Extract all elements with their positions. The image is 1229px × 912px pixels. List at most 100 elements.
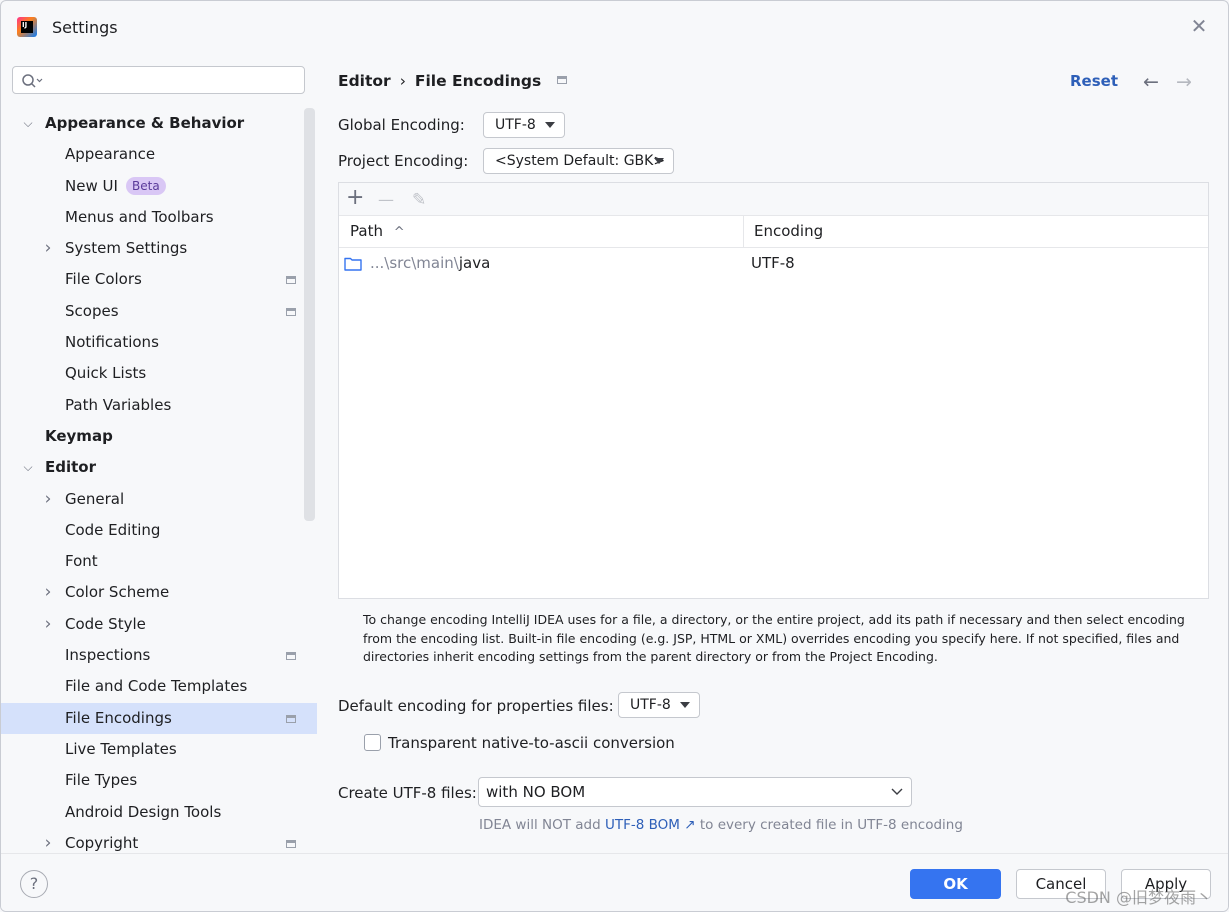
properties-encoding-value: UTF-8 [630,697,671,713]
ok-button[interactable]: OK [910,869,1001,899]
sidebar-item-code-style[interactable]: › Code Style [1,609,317,640]
sidebar-item-label: Path Variables [65,395,172,414]
project-encoding-select[interactable]: <System Default: GBK> [483,148,674,174]
dialog-footer: ? OK Cancel Apply CSDN @旧梦夜雨丶 [1,853,1228,911]
sidebar-scrollbar[interactable] [304,108,315,521]
sidebar-item-new-ui[interactable]: New UI Beta [1,171,317,202]
sidebar-item-menus-and-toolbars[interactable]: Menus and Toolbars [1,202,317,233]
global-encoding-value: UTF-8 [495,117,536,133]
sidebar-item-system-settings[interactable]: › System Settings [1,233,317,264]
sidebar-item-editor[interactable]: ⌵ Editor [1,452,317,483]
sidebar-item-label: File Types [65,771,138,790]
sidebar-item-label: Font [65,552,98,571]
sidebar-item-inspections[interactable]: Inspections [1,640,317,671]
row-encoding[interactable]: UTF-8 [751,248,795,279]
chevron-down-icon [891,788,903,795]
dropdown-caret-icon [545,122,555,128]
global-encoding-label: Global Encoding: [338,116,465,134]
sidebar-item-label: Appearance & Behavior [45,114,245,132]
sidebar-item-file-encodings[interactable]: File Encodings [1,702,317,734]
encoding-column-header[interactable]: Encoding [743,216,823,247]
row-path: ...\src\main\java [370,248,490,279]
dropdown-caret-icon [680,702,690,708]
path-column-label: Path [350,222,383,240]
sidebar-item-file-types[interactable]: File Types [1,765,317,796]
sidebar-item-scopes[interactable]: Scopes [1,296,317,327]
intellij-logo-icon: IJ [17,17,37,37]
sidebar-item-label: Menus and Toolbars [65,207,214,226]
utf8-bom-link[interactable]: UTF-8 BOM ↗ [605,817,696,833]
create-utf8-select[interactable]: with NO BOM [478,777,912,807]
row-path-name: java [458,254,491,272]
sidebar-item-label: Live Templates [65,739,177,758]
chevron-right-icon[interactable]: › [41,577,55,608]
sidebar-item-label: Notifications [65,333,159,352]
settings-search-input[interactable] [12,66,305,94]
bom-note-after: to every created file in UTF-8 encoding [699,817,963,833]
chevron-right-icon[interactable]: › [41,484,55,515]
sidebar-item-keymap[interactable]: Keymap [1,421,317,452]
sidebar-item-label: File Colors [65,270,142,289]
sidebar-item-notifications[interactable]: Notifications [1,327,317,358]
create-utf8-label: Create UTF-8 files: [338,784,477,802]
window-title: Settings [52,18,118,37]
sort-ascending-icon: ^ [393,225,405,240]
row-path-prefix: ...\src\main\ [370,254,459,272]
path-column-header[interactable]: Path ^ [350,216,405,248]
sidebar-item-file-and-code-templates[interactable]: File and Code Templates [1,671,317,702]
reset-button[interactable]: Reset [1070,72,1118,90]
folder-icon [344,257,362,271]
dropdown-caret-icon [654,158,664,164]
sidebar-item-label: General [65,489,125,508]
sidebar-item-label: Color Scheme [65,583,170,602]
chevron-down-icon[interactable]: ⌵ [21,108,35,139]
properties-encoding-label: Default encoding for properties files: [338,697,614,715]
sidebar-item-label: Android Design Tools [65,802,222,821]
beta-badge: Beta [126,176,166,195]
project-scope-icon [286,307,296,316]
sidebar-item-code-editing[interactable]: Code Editing [1,515,317,546]
sidebar-item-label: System Settings [65,239,188,258]
project-encoding-value: <System Default: GBK> [495,153,666,169]
sidebar-item-appearance-behavior[interactable]: ⌵ Appearance & Behavior [1,108,317,139]
sidebar-item-quick-lists[interactable]: Quick Lists [1,358,317,389]
properties-encoding-select[interactable]: UTF-8 [618,692,700,718]
close-icon[interactable]: ✕ [1188,15,1210,37]
sidebar-item-general[interactable]: › General [1,484,317,515]
chevron-right-icon[interactable]: › [41,233,55,264]
transparent-ascii-label[interactable]: Transparent native-to-ascii conversion [388,734,675,752]
file-encodings-panel: Editor › File Encodings Reset ← → Global E… [317,53,1228,853]
chevron-right-icon[interactable]: › [41,609,55,640]
watermark-text: CSDN @旧梦夜雨丶 [1065,888,1212,907]
remove-icon[interactable]: — [378,189,394,211]
sidebar-item-appearance[interactable]: Appearance [1,139,317,170]
sidebar-item-label: Inspections [65,646,151,665]
chevron-down-icon[interactable]: ⌵ [21,452,35,483]
path-encoding-table: + — ✎ Path ^ Encoding ...\src\main\java … [338,182,1209,599]
sidebar-item-label: New UI [65,176,118,195]
sidebar-item-color-scheme[interactable]: › Color Scheme [1,577,317,608]
project-scope-icon [557,76,568,84]
sidebar-item-live-templates[interactable]: Live Templates [1,734,317,765]
transparent-ascii-checkbox[interactable] [364,734,381,751]
add-icon[interactable]: + [346,187,364,209]
sidebar-item-font[interactable]: Font [1,546,317,577]
project-scope-icon [286,839,296,848]
table-toolbar: + — ✎ [339,183,1208,216]
help-icon[interactable]: ? [20,870,48,898]
sidebar-item-label: File and Code Templates [65,677,248,696]
sidebar-item-path-variables[interactable]: Path Variables [1,390,317,421]
sidebar-item-file-colors[interactable]: File Colors [1,264,317,295]
breadcrumb-parent[interactable]: Editor [338,72,391,90]
settings-tree: ⌵ Appearance & Behavior Appearance New UI Be… [1,108,317,859]
sidebar-item-android-design-tools[interactable]: Android Design Tools [1,797,317,828]
project-encoding-label: Project Encoding: [338,152,469,170]
table-header: Path ^ Encoding [339,216,1208,248]
forward-arrow-icon[interactable]: → [1176,71,1192,93]
table-row[interactable]: ...\src\main\java UTF-8 [339,248,1208,279]
edit-icon[interactable]: ✎ [412,189,426,211]
back-arrow-icon[interactable]: ← [1143,71,1159,93]
sidebar-item-label: Appearance [65,145,156,164]
project-scope-icon [286,714,296,723]
global-encoding-select[interactable]: UTF-8 [483,112,565,138]
